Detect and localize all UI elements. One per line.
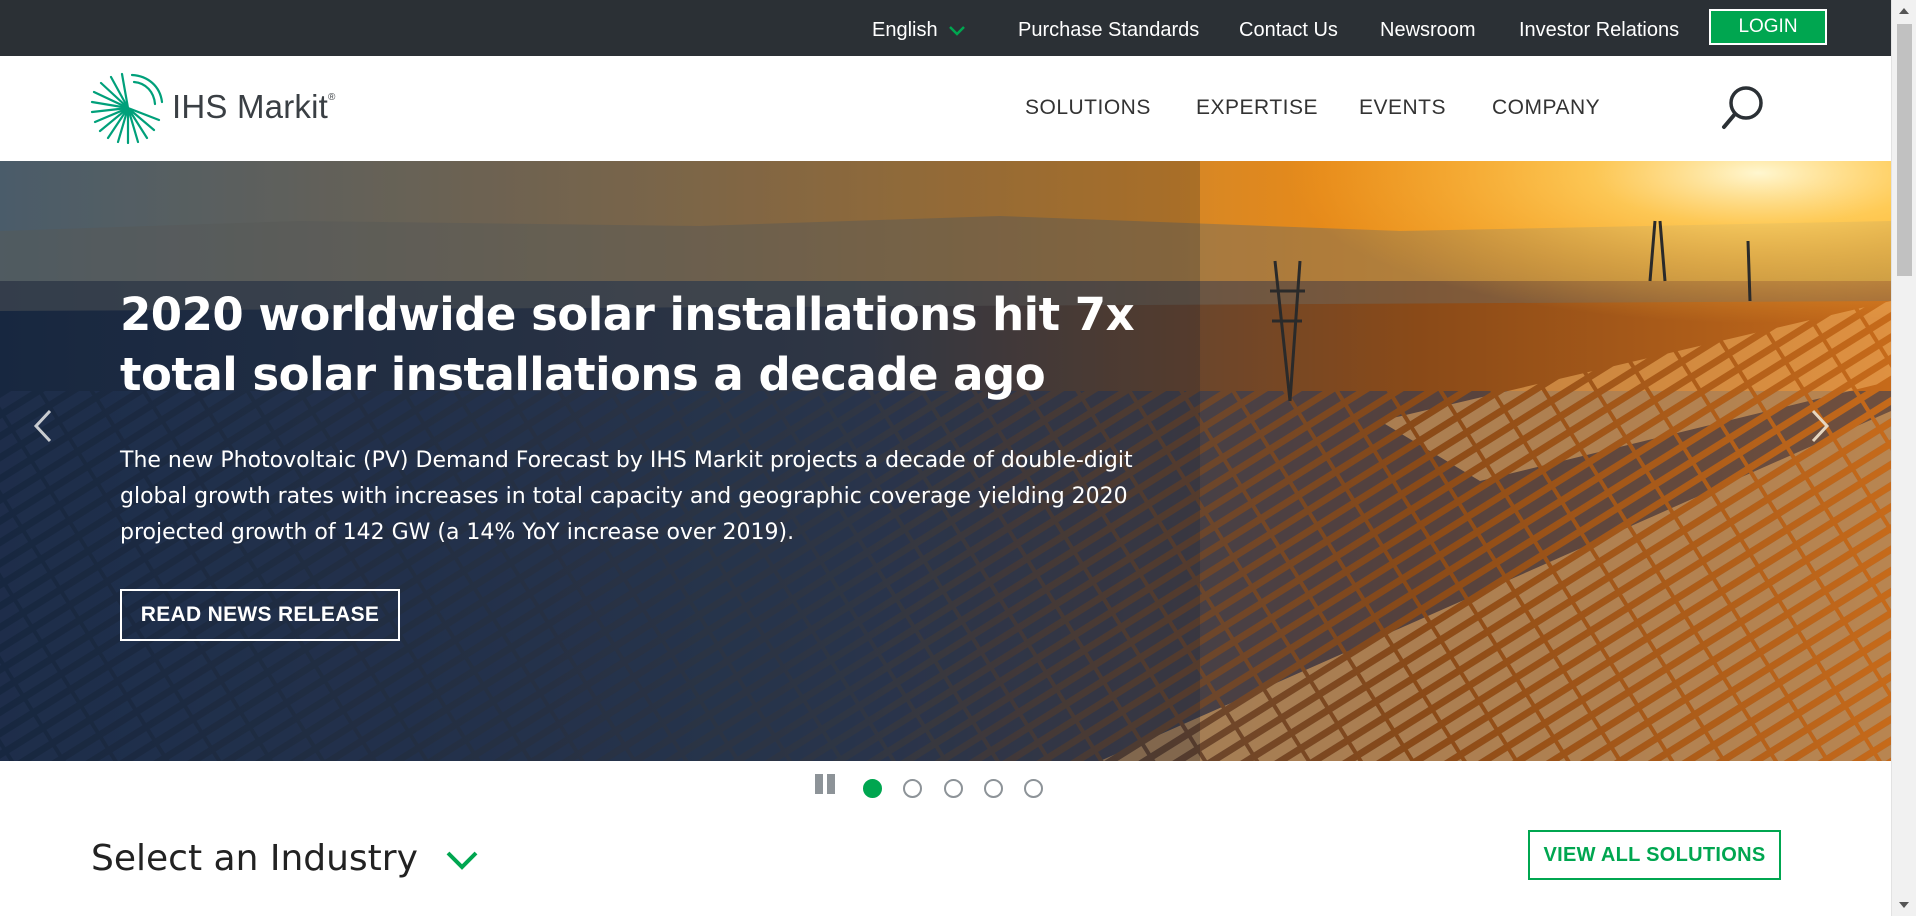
hero-carousel: 2020 worldwide solar installations hit 7… — [0, 161, 1891, 761]
select-industry-label: Select an Industry — [91, 838, 418, 879]
nav-solutions[interactable]: SOLUTIONS — [1025, 96, 1151, 120]
scroll-down-arrow-icon[interactable] — [1899, 902, 1909, 908]
utility-bar: English Purchase Standards Contact Us Ne… — [0, 0, 1891, 56]
read-news-release-button[interactable]: READ NEWS RELEASE — [120, 589, 400, 641]
investor-relations-link[interactable]: Investor Relations — [1519, 18, 1679, 42]
purchase-standards-link[interactable]: Purchase Standards — [1018, 18, 1199, 42]
hero-description: The new Photovoltaic (PV) Demand Forecas… — [120, 448, 1133, 545]
view-all-solutions-button[interactable]: VIEW ALL SOLUTIONS — [1528, 830, 1781, 880]
pause-icon[interactable] — [815, 773, 837, 795]
ihs-markit-logo[interactable] — [88, 72, 168, 144]
scrollbar-thumb[interactable] — [1897, 24, 1912, 276]
nav-expertise[interactable]: EXPERTISE — [1196, 96, 1318, 120]
carousel-controls — [815, 773, 1075, 803]
carousel-dot-3[interactable] — [944, 779, 963, 798]
language-label: English — [872, 19, 938, 41]
carousel-prev-arrow[interactable] — [28, 401, 58, 451]
chevron-down-icon — [949, 25, 966, 36]
logo-registered-mark: ® — [328, 92, 336, 103]
logo-name: IHS Markit — [172, 88, 329, 125]
page-scrollbar[interactable] — [1891, 0, 1916, 916]
nav-events[interactable]: EVENTS — [1359, 96, 1446, 120]
newsroom-link[interactable]: Newsroom — [1380, 18, 1476, 42]
carousel-dot-5[interactable] — [1024, 779, 1043, 798]
contact-us-link[interactable]: Contact Us — [1239, 18, 1338, 42]
select-industry-dropdown[interactable]: Select an Industry — [91, 838, 481, 879]
language-selector[interactable]: English — [872, 18, 967, 42]
logo-wordmark: IHS Markit® — [172, 88, 336, 126]
carousel-dot-2[interactable] — [903, 779, 922, 798]
hero-title: 2020 worldwide solar installations hit 7… — [120, 288, 1135, 401]
login-button[interactable]: LOGIN — [1709, 9, 1827, 45]
scroll-up-arrow-icon[interactable] — [1899, 8, 1909, 14]
carousel-next-arrow[interactable] — [1805, 401, 1835, 451]
search-icon[interactable] — [1720, 84, 1766, 132]
main-header: IHS Markit® SOLUTIONS EXPERTISE EVENTS C… — [0, 56, 1891, 161]
chevron-right-icon — [1811, 409, 1830, 443]
carousel-dot-4[interactable] — [984, 779, 1003, 798]
chevron-left-icon — [33, 409, 52, 443]
nav-company[interactable]: COMPANY — [1492, 96, 1600, 120]
chevron-down-icon — [446, 851, 478, 870]
carousel-dot-1[interactable] — [863, 779, 882, 798]
